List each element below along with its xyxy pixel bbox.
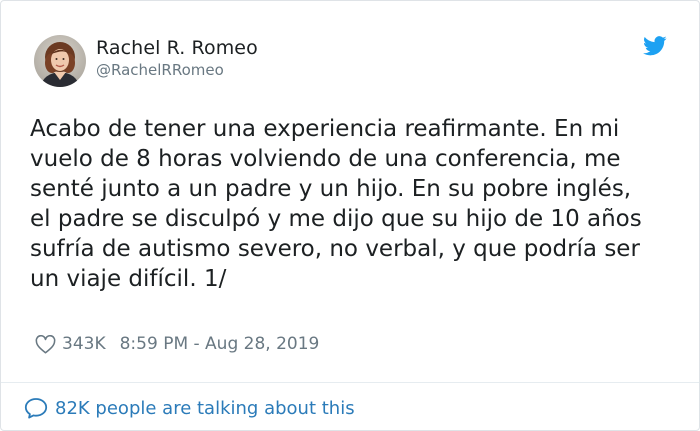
- avatar[interactable]: [34, 35, 86, 87]
- tweet-text-line: sufría de autismo severo, no verbal, y q…: [30, 236, 640, 262]
- divider: [1, 382, 699, 383]
- author-handle[interactable]: @RachelRRomeo: [96, 61, 258, 80]
- conversation-link[interactable]: 82K people are talking about this: [24, 395, 355, 421]
- tweet-text-line: el padre se disculpó y me dijo que su hi…: [30, 206, 642, 232]
- tweet-header: Rachel R. Romeo @RachelRRomeo: [34, 33, 258, 89]
- tweet-card: Rachel R. Romeo @RachelRRomeo Acabo de t…: [0, 0, 700, 431]
- tweet-text-line: senté junto a un padre y un hijo. En su …: [30, 176, 632, 202]
- speech-bubble-icon: [24, 398, 48, 419]
- tweet-text-line: Acabo de tener una experiencia reafirman…: [30, 116, 620, 142]
- heart-icon[interactable]: [35, 334, 56, 354]
- tweet-meta: 343K 8:59 PM - Aug 28, 2019: [35, 332, 319, 356]
- conversation-label[interactable]: 82K people are talking about this: [55, 398, 355, 419]
- twitter-bird-icon[interactable]: [643, 36, 667, 56]
- avatar-image: [34, 35, 86, 87]
- like-count[interactable]: 343K: [62, 334, 106, 354]
- tweet-text: Acabo de tener una experiencia reafirman…: [30, 114, 680, 294]
- tweet-text-line: vuelo de 8 horas volviendo de una confer…: [30, 146, 621, 172]
- author-info: Rachel R. Romeo @RachelRRomeo: [96, 36, 258, 80]
- author-display-name[interactable]: Rachel R. Romeo: [96, 36, 258, 60]
- tweet-text-line: un viaje difícil. 1/: [30, 266, 227, 292]
- tweet-timestamp[interactable]: 8:59 PM - Aug 28, 2019: [120, 334, 320, 354]
